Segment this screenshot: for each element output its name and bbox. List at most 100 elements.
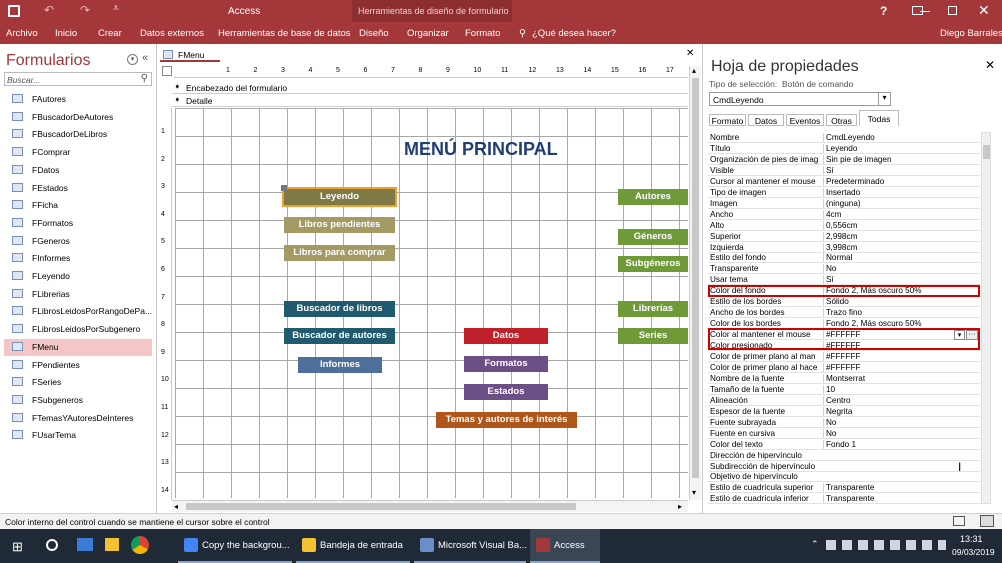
form-button[interactable]: Temas y autores de interés bbox=[436, 412, 577, 428]
form-button[interactable]: Géneros bbox=[618, 229, 688, 245]
property-value[interactable]: Sólido bbox=[823, 297, 980, 307]
property-row[interactable]: Subdirección de hipervínculo bbox=[708, 461, 980, 472]
property-value[interactable]: Predeterminado bbox=[823, 176, 980, 186]
property-value[interactable]: CmdLeyendo bbox=[823, 133, 980, 142]
scroll-down-icon[interactable]: ▾ bbox=[692, 488, 696, 497]
form-button[interactable]: Buscador de autores bbox=[284, 328, 395, 344]
property-value[interactable]: 0,556cm bbox=[823, 220, 980, 230]
nav-item[interactable]: FTemasYAutoresDeInteres bbox=[12, 410, 152, 427]
property-row[interactable]: Color de primer plano al hace #FFFFFF bbox=[708, 362, 980, 373]
property-value[interactable]: #FFFFFF bbox=[823, 362, 980, 372]
chevron-down-icon[interactable]: ▾ bbox=[878, 93, 890, 105]
property-row[interactable]: Estilo de cuadrícula inferior Transparent… bbox=[708, 493, 980, 505]
property-row[interactable]: Nombre CmdLeyendo bbox=[708, 132, 980, 143]
help-icon[interactable]: ? bbox=[880, 4, 887, 18]
property-row[interactable]: Superior 2,998cm bbox=[708, 231, 980, 242]
props-tab[interactable]: Datos bbox=[748, 114, 784, 126]
taskbar-app[interactable]: Microsoft Visual Ba... bbox=[414, 529, 527, 563]
nav-search-input[interactable]: Buscar... ⚲ bbox=[4, 72, 152, 86]
vertical-scrollbar[interactable]: ▴ ▾ bbox=[689, 66, 701, 500]
taskbar-app[interactable]: Bandeja de entrada bbox=[296, 529, 410, 563]
form-button[interactable]: Autores bbox=[618, 189, 688, 205]
undo-icon[interactable]: ↶ bbox=[44, 3, 54, 17]
property-row[interactable]: Transparente No bbox=[708, 263, 980, 275]
taskbar-app[interactable]: Copy the backgrou... bbox=[178, 529, 292, 563]
clock-time[interactable]: 13:31 bbox=[960, 534, 983, 544]
property-value[interactable]: No bbox=[823, 264, 980, 274]
nav-item[interactable]: FBuscadorDeAutores bbox=[12, 109, 152, 126]
close-window-icon[interactable]: ✕ bbox=[978, 2, 990, 19]
property-value[interactable]: Normal bbox=[823, 253, 980, 263]
property-row[interactable]: Dirección de hipervínculo bbox=[708, 450, 980, 461]
nav-item[interactable]: FLibrosLeidosPorSubgenero bbox=[12, 321, 152, 338]
nav-item[interactable]: FUsarTema bbox=[12, 427, 152, 444]
props-scrollbar[interactable] bbox=[981, 132, 991, 504]
property-value[interactable]: (ninguna) bbox=[823, 198, 980, 208]
customize-qat-icon[interactable]: ⩡ bbox=[113, 3, 119, 14]
save-icon[interactable] bbox=[8, 5, 20, 17]
property-value[interactable]: 10 bbox=[823, 384, 980, 394]
form-button[interactable]: Buscador de libros bbox=[284, 301, 395, 317]
tab-organizar[interactable]: Organizar bbox=[407, 28, 449, 39]
tab-herramientas-bd[interactable]: Herramientas de base de datos bbox=[218, 28, 351, 39]
props-tab[interactable]: Otras bbox=[826, 114, 857, 126]
property-row[interactable]: Izquierda 3,998cm bbox=[708, 242, 980, 253]
property-row[interactable]: Tipo de imagen Insertado bbox=[708, 187, 980, 198]
form-button[interactable]: Libros pendientes bbox=[284, 217, 395, 233]
nav-title[interactable]: Formularios bbox=[6, 52, 90, 70]
minimize-icon[interactable] bbox=[920, 11, 930, 12]
property-row[interactable]: Espesor de la fuente Negrita bbox=[708, 406, 980, 417]
property-row[interactable]: Estilo del fondo Normal bbox=[708, 252, 980, 264]
detail-section-bar[interactable]: ➧ Detalle bbox=[172, 95, 688, 107]
nav-item[interactable]: FGeneros bbox=[12, 233, 152, 250]
close-doc-icon[interactable]: ✕ bbox=[686, 48, 694, 59]
property-value[interactable]: Trazo fino bbox=[823, 308, 980, 318]
form-button[interactable]: Estados bbox=[464, 384, 548, 400]
design-view-icon[interactable] bbox=[980, 515, 994, 527]
tab-archivo[interactable]: Archivo bbox=[6, 28, 38, 39]
nav-item[interactable]: FSubgeneros bbox=[12, 392, 152, 409]
nav-item[interactable]: FDatos bbox=[12, 162, 152, 179]
property-row[interactable]: Imagen (ninguna) bbox=[708, 198, 980, 209]
props-scroll-thumb[interactable] bbox=[983, 145, 990, 159]
form-button[interactable]: Subgéneros bbox=[618, 256, 688, 272]
nav-item[interactable]: FLeyendo bbox=[12, 268, 152, 285]
ruler-corner[interactable] bbox=[162, 66, 172, 76]
clock-date[interactable]: 09/03/2019 bbox=[952, 547, 995, 557]
property-value[interactable]: 2,998cm bbox=[823, 231, 980, 241]
form-design-grid[interactable] bbox=[175, 108, 688, 498]
property-value[interactable]: No bbox=[823, 417, 980, 427]
property-value[interactable]: #FFFFFF bbox=[823, 352, 980, 361]
form-title-label[interactable]: MENÚ PRINCIPAL bbox=[404, 139, 558, 160]
property-row[interactable]: Ancho 4cm bbox=[708, 209, 980, 220]
property-row[interactable]: Usar tema Sí bbox=[708, 274, 980, 286]
scroll-thumb-v[interactable] bbox=[692, 78, 699, 478]
property-value[interactable]: Fondo 1 bbox=[823, 439, 980, 449]
nav-item[interactable]: FPendientes bbox=[12, 357, 152, 374]
tab-inicio[interactable]: Inicio bbox=[55, 28, 77, 39]
property-value[interactable]: Sin pie de imagen bbox=[823, 154, 980, 164]
tab-crear[interactable]: Crear bbox=[98, 28, 122, 39]
property-value[interactable]: No bbox=[823, 428, 980, 438]
property-value[interactable]: Fondo 2, Más oscuro 50% bbox=[823, 319, 980, 329]
taskbar-app[interactable]: Access bbox=[530, 529, 600, 563]
user-name[interactable]: Diego Barrales bbox=[940, 28, 1002, 39]
property-value[interactable]: 4cm bbox=[823, 209, 980, 219]
nav-item[interactable]: FSeries bbox=[12, 374, 152, 391]
property-value[interactable]: Negrita bbox=[823, 406, 980, 416]
header-section-bar[interactable]: ➧ Encabezado del formulario bbox=[172, 82, 688, 94]
value-dropdown-icon[interactable]: ▾ bbox=[954, 330, 965, 340]
scroll-up-icon[interactable]: ▴ bbox=[692, 66, 696, 75]
property-row[interactable]: Ancho de los bordes Trazo fino bbox=[708, 307, 980, 319]
windows-start-icon[interactable]: ⊞ bbox=[12, 539, 23, 555]
nav-item[interactable]: FAutores bbox=[12, 91, 152, 108]
tray-icons[interactable] bbox=[826, 540, 946, 550]
props-tab[interactable]: Formato bbox=[709, 114, 746, 126]
scroll-left-icon[interactable]: ◂ bbox=[174, 502, 178, 511]
nav-item[interactable]: FLibrerias bbox=[12, 286, 152, 303]
property-value[interactable]: Sí bbox=[823, 165, 980, 175]
chrome-icon[interactable] bbox=[131, 536, 149, 554]
property-row[interactable]: Color de primer plano al man #FFFFFF bbox=[708, 351, 980, 362]
form-button[interactable]: Libros para comprar bbox=[284, 245, 395, 261]
nav-item[interactable]: FLibrosLeidosPorRangoDePa... bbox=[12, 303, 152, 320]
